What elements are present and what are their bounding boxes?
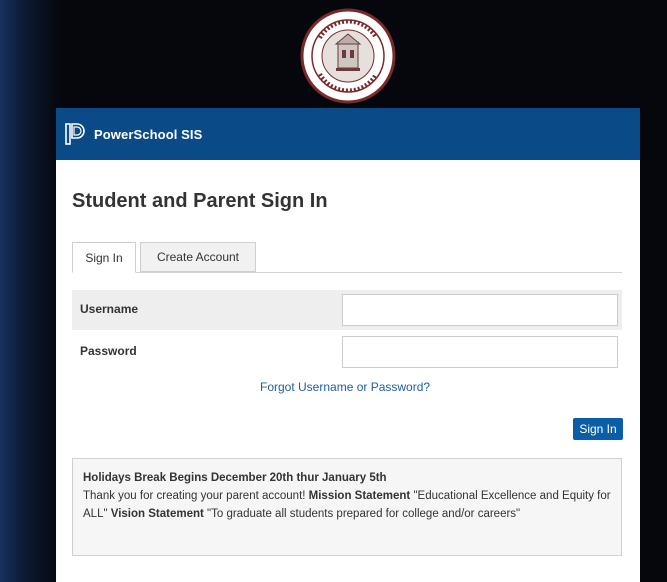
powerschool-logo-icon [65,123,85,145]
username-field[interactable] [342,294,618,326]
username-row: Username [72,290,622,330]
sign-in-button[interactable]: Sign In [573,418,623,440]
app-header: PowerSchool SIS [56,108,640,160]
password-field[interactable] [342,336,618,368]
tab-bar: Sign In Create Account [72,242,622,273]
announcement-box: Holidays Break Begins December 20th thur… [72,458,622,556]
forgot-credentials-link[interactable]: Forgot Username or Password? [260,380,430,394]
vision-label: Vision Statement [110,508,204,520]
announcement-intro: Thank you for creating your parent accou… [83,490,309,502]
page-title: Student and Parent Sign In [72,190,328,212]
announcement-headline: Holidays Break Begins December 20th thur… [83,472,387,484]
sign-in-card: PowerSchool SIS Student and Parent Sign … [56,108,640,582]
password-label: Password [80,344,137,358]
mission-label: Mission Statement [308,490,411,502]
tab-sign-in[interactable]: Sign In [72,242,136,273]
brand-name: PowerSchool SIS [94,126,203,142]
username-label: Username [80,302,139,316]
vision-text: "To graduate all students prepared for c… [203,508,521,520]
background-glow [0,0,60,582]
county-schools-seal-icon [300,8,396,104]
tab-create-account[interactable]: Create Account [140,242,256,272]
password-row: Password [72,332,622,372]
